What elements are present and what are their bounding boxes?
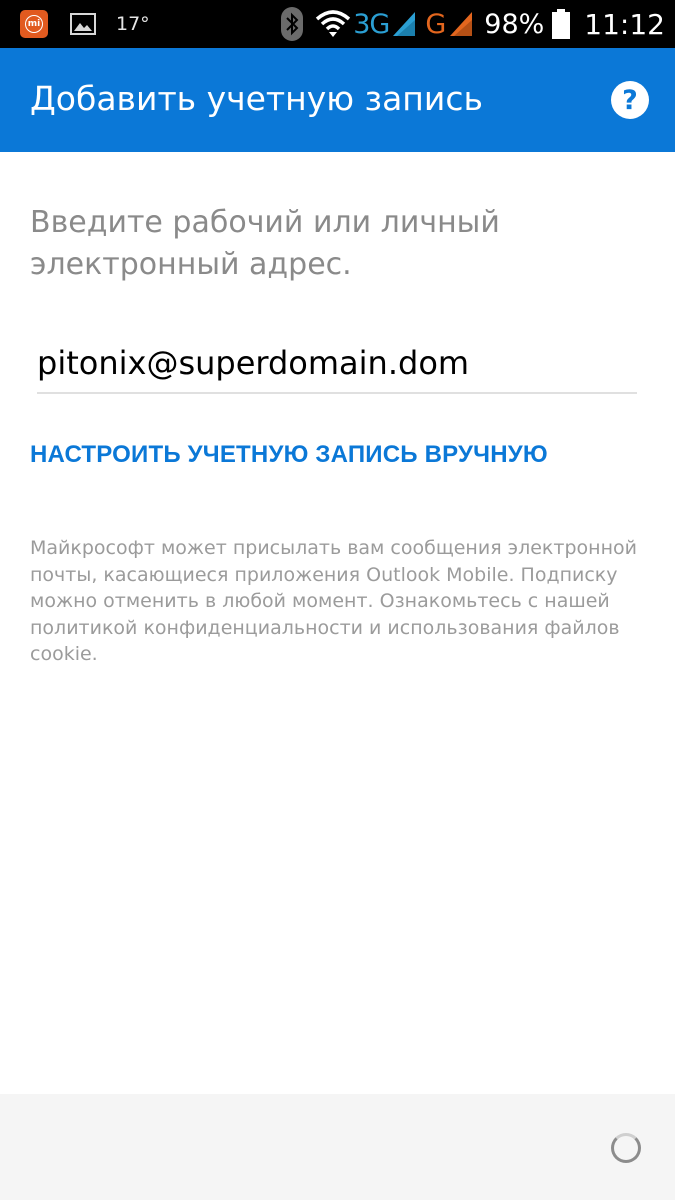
status-bar-right: 3G G 98% 11:12 (281, 4, 665, 44)
network-3g-label: 3G (353, 8, 390, 40)
loading-spinner-icon (611, 1133, 641, 1163)
email-field[interactable] (37, 334, 637, 394)
status-bar-left: mi 17° (20, 8, 150, 40)
signal-icon (393, 12, 416, 36)
email-prompt: Введите рабочий или личный электронный а… (30, 205, 500, 282)
privacy-disclaimer: Майкрософт может присылать вам сообщения… (30, 537, 637, 665)
status-bar: mi 17° 3G G 98% 11:12 (0, 0, 675, 48)
app-bar: Добавить учетную запись ? (0, 48, 675, 152)
bottom-bar (0, 1094, 675, 1200)
manual-setup-link[interactable]: НАСТРОИТЬ УЧЕТНУЮ ЗАПИСЬ ВРУЧНУЮ (30, 441, 548, 469)
page-title: Добавить учетную запись (30, 79, 483, 118)
temperature: 17° (116, 13, 150, 35)
help-icon: ? (622, 84, 638, 116)
battery-percentage: 98% (484, 8, 545, 40)
clock: 11:12 (584, 7, 665, 41)
signal-icon (450, 12, 473, 36)
bluetooth-icon (281, 7, 304, 41)
battery-icon (552, 9, 571, 39)
mi-icon: mi (20, 10, 48, 38)
help-button[interactable]: ? (611, 81, 649, 119)
wifi-icon (316, 10, 351, 37)
network-g-label: G (425, 8, 447, 40)
gallery-icon (70, 13, 96, 35)
